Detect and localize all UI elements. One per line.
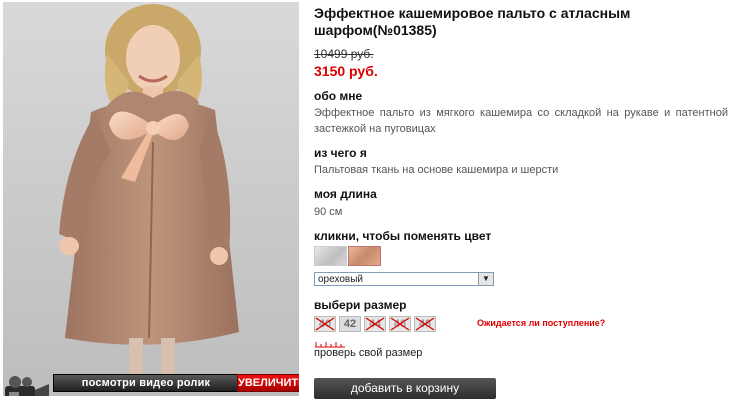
length-text: 90 см (314, 206, 343, 218)
chevron-down-icon[interactable]: ▼ (478, 273, 493, 285)
about-heading: обо мне (314, 89, 363, 103)
size-option-46[interactable]: 46 (389, 316, 411, 332)
color-select[interactable]: ореховый ▼ (314, 272, 494, 286)
color-select-value: ореховый (318, 274, 363, 285)
size-option-42[interactable]: 42 (339, 316, 361, 332)
nut-swatch[interactable] (348, 246, 381, 266)
video-camera-icon[interactable] (3, 374, 51, 396)
new-price: 3150 руб. (314, 63, 378, 79)
color-heading: кликни, чтобы поменять цвет (314, 229, 492, 243)
check-size-link[interactable]: проверь свой размер (314, 347, 422, 359)
unavailable-cross-icon (390, 317, 410, 331)
video-bar: посмотри видео ролик УВЕЛИЧИТЬ (3, 374, 299, 396)
await-stock-link[interactable]: Ожидается ли поступление? (477, 318, 605, 328)
about-text: Эффектное пальто из мягкого кашемира со … (314, 107, 728, 135)
material-text: Пальтовая ткань на основе кашемира и шер… (314, 164, 559, 176)
unavailable-cross-icon (415, 317, 435, 331)
product-photo[interactable]: посмотри видео ролик УВЕЛИЧИТЬ (3, 2, 299, 396)
add-to-cart-button[interactable]: добавить в корзину (314, 378, 496, 399)
size-option-40[interactable]: 40 (314, 316, 336, 332)
zoom-button[interactable]: УВЕЛИЧИТЬ (237, 374, 299, 392)
size-heading: выбери размер (314, 298, 407, 312)
product-title: Эффектное кашемировое пальто с атласным … (314, 5, 631, 38)
watch-video-button[interactable]: посмотри видео ролик (53, 374, 239, 392)
old-price: 10499 руб. (314, 47, 374, 61)
material-heading: из чего я (314, 146, 367, 160)
size-option-44[interactable]: 44 (364, 316, 386, 332)
unavailable-cross-icon (365, 317, 385, 331)
grey-swatch[interactable] (314, 246, 347, 266)
unavailable-cross-icon (315, 317, 335, 331)
size-option-48[interactable]: 48 (414, 316, 436, 332)
model-image (59, 4, 239, 378)
length-heading: моя длина (314, 187, 377, 201)
